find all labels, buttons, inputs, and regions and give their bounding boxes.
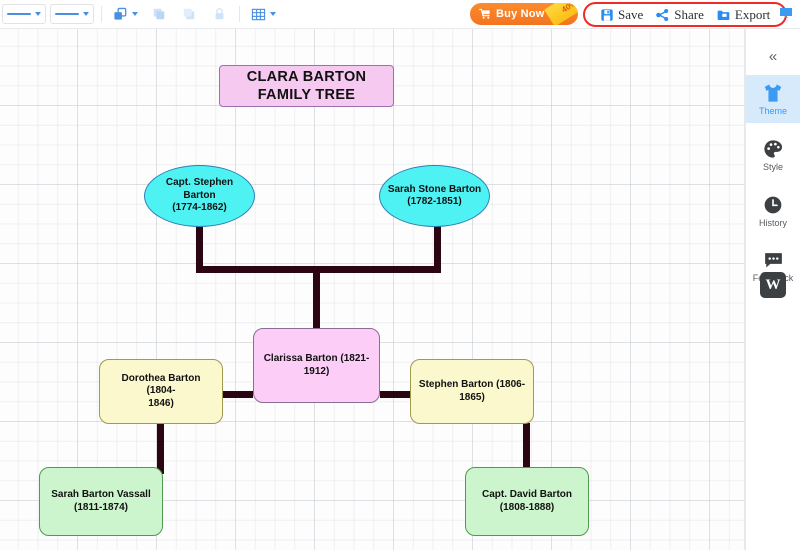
toolbar-left-group — [0, 0, 282, 29]
table-icon — [251, 8, 266, 20]
node-line-2: (1808-1888) — [499, 501, 555, 513]
node-line-2: (1774-1862) — [172, 202, 227, 214]
node-sarah-barton-vassall[interactable]: Sarah Barton Vassall (1811-1874) — [39, 467, 163, 536]
node-dorothea-barton[interactable]: Dorothea Barton (1804- 1846) — [99, 359, 223, 424]
palette-icon — [764, 139, 783, 158]
lock-button[interactable] — [206, 4, 232, 24]
tshirt-icon — [764, 83, 782, 102]
connector-clara-to-stephen — [380, 391, 412, 398]
node-line-1: Sarah Stone Barton — [387, 183, 482, 195]
shapes-icon — [114, 7, 127, 20]
shape-arrange-dropdown[interactable] — [109, 4, 142, 24]
watermark-label: W — [765, 276, 781, 293]
mindmap-editor-window: Buy Now 40% Save Share Export CLARA BART… — [0, 0, 800, 550]
toolbar-divider — [239, 6, 240, 22]
right-sidebar: « Theme Style History W — [745, 29, 800, 550]
discount-label: 40% — [559, 3, 578, 15]
share-button[interactable]: Share — [655, 7, 704, 23]
discount-ribbon: 40% — [544, 3, 578, 25]
watermark-badge[interactable]: W — [760, 272, 786, 298]
node-line-1: Capt. David Barton — [481, 489, 572, 500]
diagram-title-node[interactable]: CLARA BARTON FAMILY TREE — [219, 65, 394, 107]
bring-forward-button[interactable] — [146, 4, 172, 24]
buy-now-button[interactable]: Buy Now 40% — [470, 3, 578, 25]
chevron-down-icon — [132, 12, 138, 16]
save-button[interactable]: Save — [600, 7, 643, 23]
node-line-1: Dorothea Barton (1804- — [121, 372, 201, 397]
connector-father-down — [196, 220, 203, 272]
node-line-2: 1912) — [303, 365, 330, 377]
diagram-canvas[interactable]: CLARA BARTON FAMILY TREE Capt. Stephen B… — [0, 29, 745, 550]
title-line-2: FAMILY TREE — [257, 87, 356, 103]
save-icon — [601, 8, 613, 21]
sidebar-item-history[interactable]: History — [746, 187, 800, 235]
chevron-down-icon — [83, 12, 89, 16]
chat-bubble-icon — [764, 253, 782, 268]
toolbar-divider — [101, 6, 102, 22]
share-icon — [656, 8, 669, 21]
node-line-1: Sarah Barton Vassall — [51, 489, 151, 500]
sidebar-label-style: Style — [762, 161, 783, 172]
node-clarissa-barton[interactable]: Clarissa Barton (1821- 1912) — [253, 328, 380, 403]
node-capt-david-barton[interactable]: Capt. David Barton (1808-1888) — [465, 467, 589, 536]
collapse-panel-button[interactable]: « — [746, 37, 800, 75]
share-label: Share — [674, 6, 704, 22]
node-line-1: Clarissa Barton (1821- — [263, 353, 370, 364]
sidebar-label-history: History — [758, 217, 787, 228]
connector-mother-down — [434, 220, 441, 272]
node-line-2: 1865) — [459, 391, 485, 403]
node-stephen-barton[interactable]: Stephen Barton (1806- 1865) — [410, 359, 534, 424]
title-line-1: CLARA BARTON — [246, 68, 367, 85]
bring-forward-icon — [153, 8, 165, 20]
connector-junction-to-clara — [313, 266, 320, 328]
clock-icon — [764, 196, 782, 213]
node-line-2: 1846) — [148, 397, 174, 409]
line-style-dropdown[interactable] — [2, 4, 46, 24]
node-line-2: (1811-1874) — [74, 501, 128, 513]
chevron-down-icon — [35, 12, 41, 16]
connector-dorothea-to-sarah — [157, 423, 164, 474]
present-icon[interactable] — [778, 5, 794, 21]
cart-icon — [479, 8, 491, 20]
connector-clara-to-dorothea — [221, 391, 253, 398]
export-folder-icon — [717, 10, 730, 20]
send-backward-button[interactable] — [176, 4, 202, 24]
top-toolbar: Buy Now 40% Save Share Export — [0, 0, 800, 29]
line-weight-dropdown[interactable] — [50, 4, 94, 24]
lock-icon — [215, 8, 223, 20]
export-label: Export — [734, 6, 771, 22]
node-sarah-stone-barton[interactable]: Sarah Stone Barton (1782-1851) — [379, 165, 490, 227]
node-capt-stephen-barton[interactable]: Capt. Stephen Barton (1774-1862) — [144, 165, 255, 227]
node-line-1: Capt. Stephen Barton — [165, 177, 234, 201]
sidebar-label-theme: Theme — [758, 105, 787, 116]
export-button[interactable]: Export — [716, 7, 770, 23]
buy-now-label: Buy Now — [496, 8, 545, 20]
line-icon — [55, 13, 79, 15]
chevron-double-left-icon: « — [768, 47, 778, 65]
send-backward-icon — [183, 8, 195, 20]
save-share-export-group: Save Share Export — [583, 2, 788, 27]
node-line-1: Stephen Barton (1806- — [418, 379, 526, 390]
node-line-2: (1782-1851) — [407, 196, 462, 207]
table-dropdown[interactable] — [247, 4, 280, 24]
line-icon — [7, 13, 31, 15]
save-label: Save — [618, 6, 644, 22]
chevron-down-icon — [270, 12, 276, 16]
sidebar-item-style[interactable]: Style — [746, 131, 800, 179]
sidebar-item-theme[interactable]: Theme — [746, 75, 800, 123]
